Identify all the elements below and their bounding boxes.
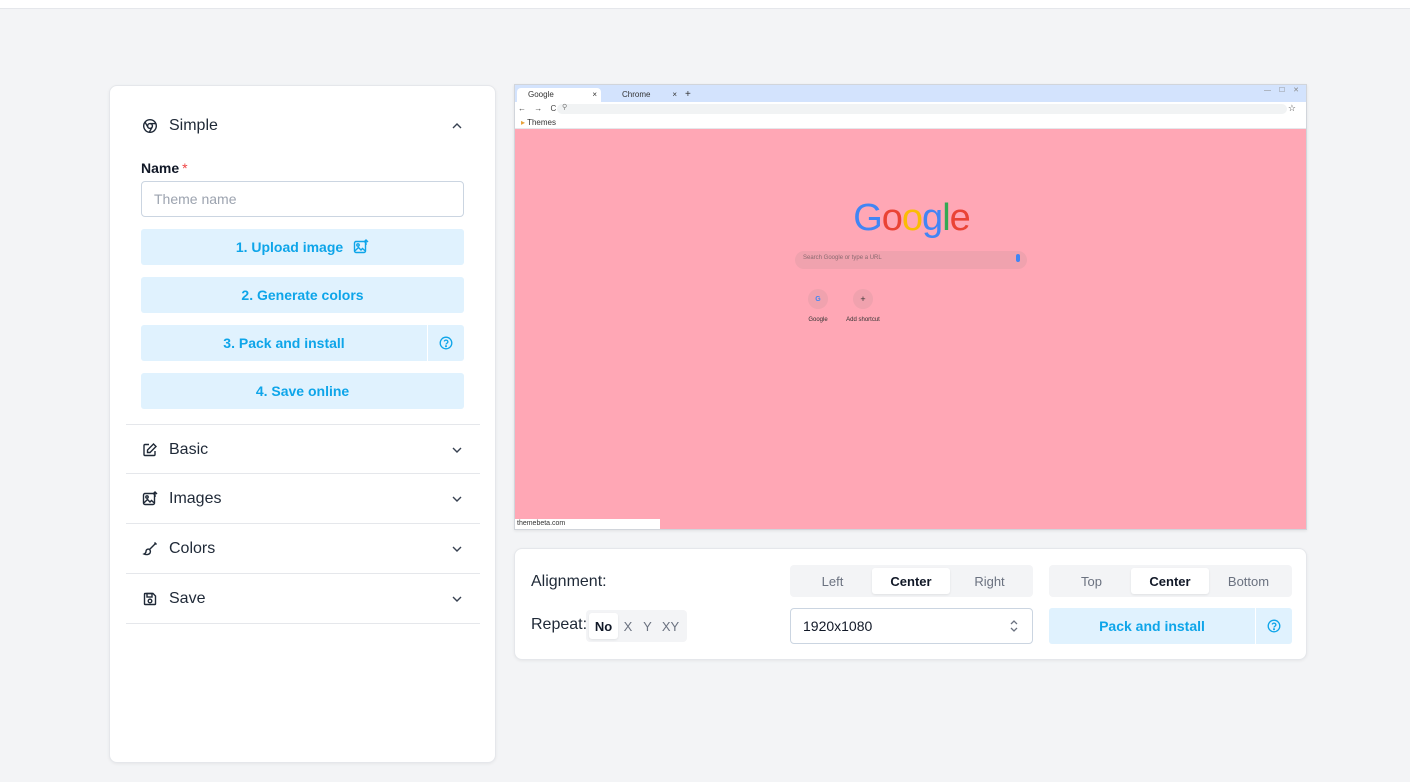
chevron-up-icon [450,119,464,133]
alignment-label: Alignment: [531,573,607,590]
align-bottom-option[interactable]: Bottom [1209,568,1288,594]
shortcut-google-label: Google [808,317,828,323]
help-icon [439,336,453,350]
preview-search-box: Search Google or type a URL [795,251,1027,269]
preview-bookmarks-bar: ▸ Themes [515,116,1306,129]
section-images-title: Images [169,490,222,507]
pack-install-button[interactable]: 3. Pack and install [141,325,427,361]
save-online-button[interactable]: 4. Save online [141,373,464,409]
pack-install-button-2[interactable]: Pack and install [1049,608,1255,644]
repeat-y-option[interactable]: Y [638,613,657,639]
preview-status-bar: themebeta.com [515,519,660,529]
shortcut-google: G [808,289,828,309]
repeat-xy-option[interactable]: XY [657,613,684,639]
repeat-label: Repeat: [531,616,588,633]
preview-toolbar: ← → C ⚲ ☆ [515,102,1306,116]
google-logo-letter: g [922,197,943,239]
alignment-horizontal-group: Left Center Right [790,565,1033,597]
new-tab-icon: + [685,89,691,100]
top-bar [0,0,1410,9]
plus-icon: + [860,294,866,304]
chevron-down-icon [450,492,464,506]
resolution-value: 1920x1080 [803,618,873,634]
google-g-icon: G [815,295,821,303]
edit-icon [142,442,158,458]
upload-image-button[interactable]: 1. Upload image [141,229,464,265]
google-logo-letter: o [881,197,903,239]
mic-icon [1016,254,1020,262]
align-right-option[interactable]: Right [950,568,1029,594]
preview-tab-chrome: Chrome × [611,88,681,102]
theme-name-input[interactable] [141,181,464,217]
shortcut-add: + [853,289,873,309]
pack-help-button[interactable] [427,325,464,361]
google-logo-letter: o [901,197,923,239]
brush-icon [142,541,158,557]
window-controls-icon: — ☐ ✕ [1263,87,1302,94]
image-options-card: Alignment: Left Center Right Top Center … [514,548,1307,660]
search-icon: ⚲ [562,104,568,111]
repeat-group: No X Y XY [586,610,687,642]
section-simple-title: Simple [169,117,218,134]
settings-panel: Simple Name* 1. Upload image 2. Generate… [109,85,496,763]
align-middle-option[interactable]: Center [1131,568,1209,594]
section-simple-header[interactable]: Simple [142,114,464,138]
generate-colors-button[interactable]: 2. Generate colors [141,277,464,313]
shortcut-add-label: Add shortcut [846,317,880,323]
align-left-option[interactable]: Left [793,568,872,594]
pack-install-group: 3. Pack and install [141,325,464,361]
bookmark-themes: ▸ Themes [521,118,556,127]
alignment-vertical-group: Top Center Bottom [1049,565,1292,597]
nav-buttons-icon: ← → C [518,104,560,113]
preview-search-placeholder: Search Google or type a URL [803,255,882,261]
tab-close-icon: × [592,90,597,99]
divider [126,424,480,425]
section-basic-title: Basic [169,441,209,458]
help-icon [1267,619,1281,633]
google-logo: Google [515,197,1306,240]
chevron-down-icon [450,443,464,457]
section-colors-title: Colors [169,540,216,557]
preview-tab-strip: Google × Chrome × + — ☐ ✕ [515,85,1306,102]
images-icon [142,491,158,507]
upload-image-label: 1. Upload image [235,239,344,255]
divider [126,573,480,574]
folder-icon: ▸ [521,118,526,127]
pack-install-group-2: Pack and install [1049,608,1292,644]
section-save-header[interactable]: Save [142,587,464,611]
section-colors-header[interactable]: Colors [142,537,464,561]
pack-help-button-2[interactable] [1255,608,1292,644]
image-upload-icon [353,239,369,254]
google-logo-letter: G [853,197,883,239]
align-top-option[interactable]: Top [1052,568,1131,594]
repeat-x-option[interactable]: X [618,613,638,639]
divider [126,473,480,474]
section-images-header[interactable]: Images [142,487,464,511]
select-arrows-icon [1008,619,1020,633]
floppy-disk-icon [142,591,158,607]
chevron-down-icon [450,542,464,556]
star-icon: ☆ [1287,103,1296,113]
required-mark: * [182,160,188,176]
chevron-down-icon [450,592,464,606]
divider [126,523,480,524]
name-label: Name * [141,160,188,176]
preview-omnibox: ⚲ [557,104,1287,114]
preview-tab-google: Google × [517,88,601,102]
resolution-select[interactable]: 1920x1080 [790,608,1033,644]
repeat-no-option[interactable]: No [589,613,618,639]
google-logo-letter: e [949,197,971,239]
divider [126,623,480,624]
section-basic-header[interactable]: Basic [142,438,464,462]
tab-close-icon: × [672,90,677,99]
theme-preview: Google × Chrome × + — ☐ ✕ ← → C ⚲ ☆ ▸ Them… [514,84,1307,530]
google-logo-letter: l [942,197,951,239]
chrome-icon [142,118,158,134]
align-center-option[interactable]: Center [872,568,950,594]
section-save-title: Save [169,590,206,607]
